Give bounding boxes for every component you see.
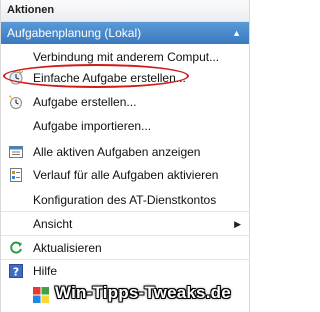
task-list-icon (8, 144, 24, 160)
action-label: Verlauf für alle Aufgaben aktivieren (33, 168, 219, 182)
actions-header: Aktionen (1, 0, 249, 22)
action-label: Alle aktiven Aufgaben anzeigen (33, 145, 201, 159)
blank-icon (8, 216, 24, 232)
task-wizard-icon (8, 70, 24, 86)
group-bar-label: Aufgabenplanung (Lokal) (7, 26, 142, 40)
action-show-all-running-tasks[interactable]: Alle aktiven Aufgaben anzeigen (1, 140, 249, 164)
action-label: Ansicht (33, 217, 73, 231)
action-label: Einfache Aufgabe erstellen... (33, 71, 186, 85)
blank-icon (8, 49, 24, 65)
action-view[interactable]: Ansicht ▶ (1, 212, 249, 236)
svg-text:?: ? (13, 266, 19, 279)
action-import-task[interactable]: Aufgabe importieren... (1, 114, 249, 138)
action-label: Aktualisieren (33, 241, 102, 255)
actions-panel: Aktionen Aufgabenplanung (Lokal) ▲ Verbi… (0, 0, 250, 312)
triangle-right-icon: ▶ (234, 218, 241, 229)
action-label: Aufgabe erstellen... (33, 95, 137, 109)
action-label: Verbindung mit anderem Comput... (33, 50, 220, 64)
triangle-up-icon[interactable]: ▲ (232, 22, 241, 44)
action-label: Konfiguration des AT-Dienstkontos (33, 193, 217, 207)
help-icon: ? (8, 263, 24, 279)
action-create-task[interactable]: Aufgabe erstellen... (1, 90, 249, 114)
watermark-text: Win-Tipps-Tweaks.de (55, 283, 231, 302)
action-enable-all-tasks-history[interactable]: Verlauf für alle Aufgaben aktivieren (1, 163, 249, 187)
group-bar-task-scheduler[interactable]: Aufgabenplanung (Lokal) ▲ (1, 22, 249, 44)
blank-icon (8, 118, 24, 134)
blank-icon (8, 192, 24, 208)
action-label: Aufgabe importieren... (33, 119, 152, 133)
action-at-service-account-configuration[interactable]: Konfiguration des AT-Dienstkontos (1, 188, 249, 212)
history-icon (8, 167, 24, 183)
new-task-icon (8, 94, 24, 110)
actions-header-title: Aktionen (7, 4, 55, 16)
refresh-icon (8, 240, 24, 256)
watermark-logo (33, 287, 49, 303)
action-help[interactable]: ? Hilfe (1, 259, 249, 283)
action-create-basic-task[interactable]: Einfache Aufgabe erstellen... (1, 66, 249, 90)
action-label: Hilfe (33, 264, 58, 278)
action-refresh[interactable]: Aktualisieren (1, 236, 249, 260)
